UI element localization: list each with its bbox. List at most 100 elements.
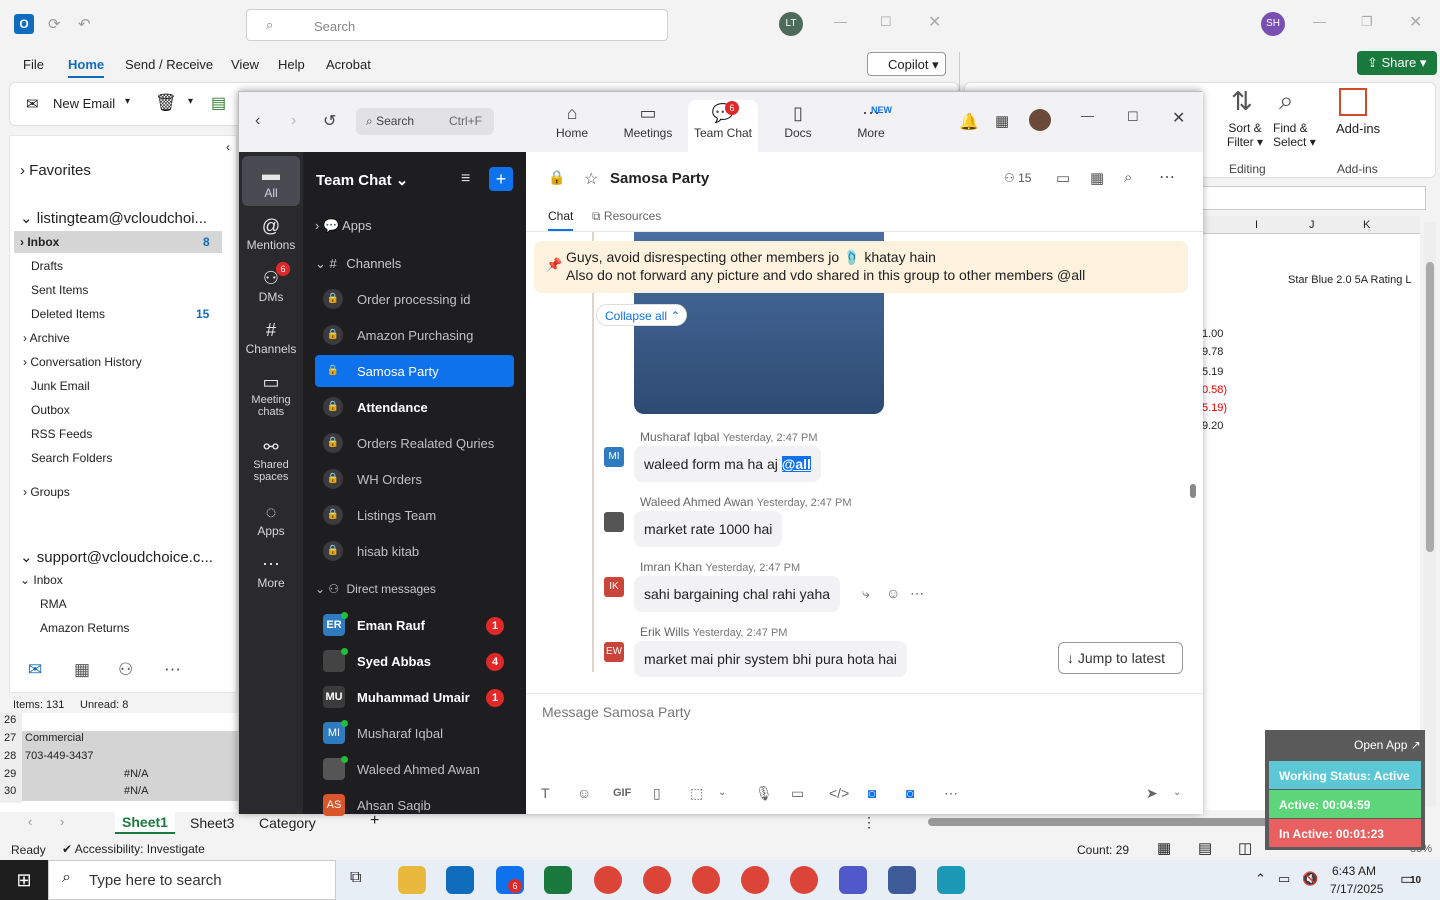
back-icon[interactable]: ‹ [255, 112, 260, 130]
video-icon[interactable]: ▭ [1056, 169, 1070, 187]
dm-item[interactable]: ER Eman Rauf 1 [315, 609, 514, 641]
excel-taskbar-icon[interactable] [544, 866, 572, 894]
people-icon[interactable]: ⚇ [118, 660, 133, 680]
taskbar-search-input[interactable]: Type here to search [48, 860, 336, 900]
close-icon[interactable]: ✕ [928, 12, 941, 32]
scroll-thumb[interactable] [1426, 262, 1434, 552]
jump-to-latest-button[interactable]: ↓ Jump to latest [1058, 642, 1183, 674]
sheet-next-icon[interactable]: › [60, 814, 64, 829]
rail-shared-spaces[interactable]: ⚯ Shared spaces [241, 435, 301, 483]
dm-item[interactable]: AS Ahsan Saqib [315, 789, 514, 821]
close-icon[interactable]: ✕ [1172, 108, 1185, 128]
chat-scrollbar[interactable] [1190, 232, 1198, 672]
reply-icon[interactable]: ⤷ [862, 585, 870, 602]
sheet-tab-sheet1[interactable]: Sheet1 [115, 812, 175, 834]
outlook-taskbar-icon[interactable] [446, 866, 474, 894]
chrome-icon[interactable] [594, 866, 622, 894]
scroll-thumb[interactable] [1190, 484, 1196, 498]
rail-all[interactable]: ▬ All [241, 162, 301, 200]
folder-conversation[interactable]: › Conversation History [23, 355, 142, 369]
pinned-message[interactable]: 📌 Guys, avoid disrespecting other member… [534, 241, 1188, 293]
chevron-down-icon[interactable]: ⌄ [718, 787, 726, 798]
folder-junk[interactable]: Junk Email [31, 379, 90, 393]
minimize-icon[interactable]: — [834, 14, 847, 29]
channel-item[interactable]: 🔒 Order processing id [315, 283, 514, 315]
addins-icon[interactable] [1339, 88, 1367, 116]
message-bubble[interactable]: market mai phir system bhi pura hota hai [634, 641, 907, 677]
dm-item[interactable]: Waleed Ahmed Awan [315, 753, 514, 785]
chat-title[interactable]: Samosa Party [610, 170, 709, 187]
task-view-icon[interactable]: ⧉ [350, 869, 361, 887]
volume-icon[interactable]: 🔇 [1302, 871, 1318, 887]
calendar-icon[interactable]: ▦ [1090, 169, 1104, 187]
sheet-tab-category[interactable]: Category [259, 815, 316, 831]
sort-filter-icon[interactable]: ⇅ [1231, 86, 1253, 117]
menu-send-receive[interactable]: Send / Receive [125, 57, 213, 72]
sync-icon[interactable]: ⟳ [48, 15, 61, 33]
more-icon[interactable]: ⋮ [862, 814, 876, 831]
maximize-icon[interactable]: ❐ [1361, 14, 1373, 30]
chrome-icon[interactable] [692, 866, 720, 894]
channel-item[interactable]: 🔒 hisab kitab [315, 535, 514, 567]
channel-item[interactable]: 🔒 Amazon Purchasing [315, 319, 514, 351]
mail-icon[interactable]: ✉ [28, 660, 42, 680]
folder-rss[interactable]: RSS Feeds [31, 427, 92, 441]
cell-value[interactable]: Commercial [25, 732, 84, 744]
copilot-button[interactable]: Copilot ▾ [867, 52, 946, 76]
tab-team-chat[interactable]: 💬 Team Chat 6 [688, 100, 758, 152]
chevron-up-icon[interactable]: ⌃ [1255, 871, 1266, 887]
archive-icon[interactable]: ▤ [211, 93, 226, 113]
menu-acrobat[interactable]: Acrobat [326, 57, 371, 72]
cell-value[interactable]: 5.19 [1202, 366, 1223, 378]
cell-value[interactable]: 9.78 [1202, 346, 1223, 358]
tab-meetings[interactable]: ▭ Meetings [613, 100, 683, 152]
channel-item[interactable]: 🔒 WH Orders [315, 463, 514, 495]
delete-icon[interactable]: 🗑 [155, 93, 177, 113]
minimize-icon[interactable]: — [1081, 108, 1094, 123]
apps-section[interactable]: › 💬 Apps [315, 218, 372, 234]
addins-button[interactable]: Add-ins [1336, 121, 1380, 136]
calendar-icon[interactable]: ▦ [995, 112, 1009, 130]
rail-apps[interactable]: ◌ Apps [241, 500, 301, 538]
page-layout-icon[interactable]: ▤ [1198, 839, 1212, 857]
col-k[interactable]: K [1363, 219, 1370, 231]
clock-time[interactable]: 6:43 AM [1332, 864, 1376, 878]
dm-item[interactable]: MI Musharaf Iqbal [315, 717, 514, 749]
message-bubble[interactable]: waleed form ma ha aj @all [634, 446, 821, 482]
code-icon[interactable]: </> [829, 785, 849, 801]
rail-more[interactable]: ⋯ More [241, 552, 301, 590]
find-select-button[interactable]: Find & Select ▾ [1273, 121, 1316, 149]
sort-filter-button[interactable]: Sort & Filter ▾ [1227, 121, 1263, 149]
message-bubble[interactable]: sahi bargaining chal rahi yaha [634, 576, 841, 612]
more-icon[interactable]: ⋯ [944, 785, 958, 802]
minimize-icon[interactable]: — [1313, 14, 1326, 29]
file-icon[interactable]: ▯ [653, 785, 661, 802]
rail-meeting-chats[interactable]: ▭ Meeting chats [241, 370, 301, 418]
avatar[interactable]: SH [1261, 12, 1285, 36]
maximize-icon[interactable]: ☐ [1127, 109, 1139, 125]
profile-avatar[interactable] [1029, 109, 1051, 131]
cell-value[interactable]: 0.58) [1202, 384, 1227, 396]
channel-item-selected[interactable]: 🔒 Samosa Party [315, 355, 514, 387]
chrome-icon[interactable] [790, 866, 818, 894]
sheet-prev-icon[interactable]: ‹ [28, 814, 32, 829]
dm-section[interactable]: ⌄ ⚇ Direct messages [315, 582, 436, 596]
chevron-down-icon[interactable]: ⌄ [1173, 787, 1181, 798]
outlook-search-input[interactable]: Search [246, 9, 668, 41]
notifications-icon[interactable]: 🔔 [959, 112, 979, 132]
channel-item[interactable]: 🔒 Listings Team [315, 499, 514, 531]
history-icon[interactable]: ↺ [323, 111, 336, 131]
windows-start-icon[interactable]: ⊞ [0, 860, 48, 900]
menu-file[interactable]: File [23, 57, 44, 72]
folder-deleted[interactable]: Deleted Items [31, 307, 105, 321]
folder-inbox[interactable]: › Inbox [20, 235, 59, 249]
tab-more[interactable]: ⋯ More NEW [836, 100, 906, 152]
folder-sent[interactable]: Sent Items [31, 283, 88, 297]
avatar[interactable]: LT [779, 12, 803, 36]
file-explorer-icon[interactable] [398, 866, 426, 894]
chrome-icon[interactable] [741, 866, 769, 894]
menu-help[interactable]: Help [278, 57, 305, 72]
rail-channels[interactable]: # Channels [241, 318, 301, 356]
more-icon[interactable]: ⋯ [1159, 167, 1175, 187]
folder-groups[interactable]: › Groups [23, 485, 70, 499]
